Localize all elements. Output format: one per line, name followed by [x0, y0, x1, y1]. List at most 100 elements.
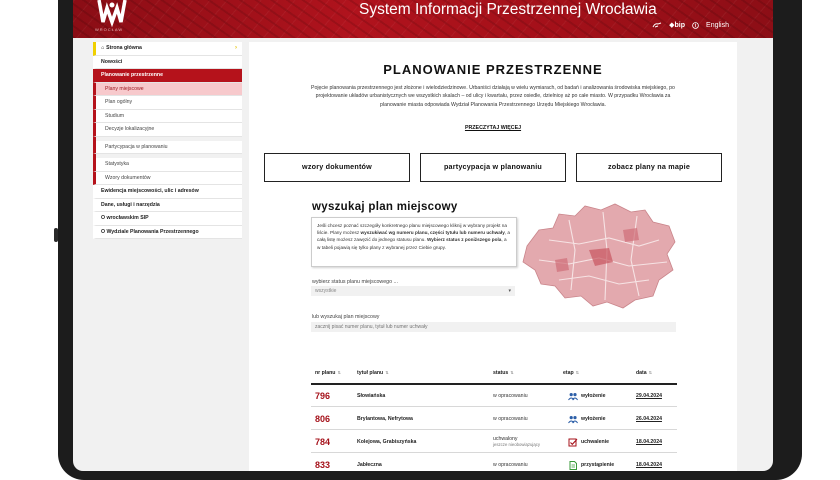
table-row[interactable]: 796 Słowiańska w opracowaniu wyłożenie 2… [311, 385, 677, 407]
chevron-right-icon: › [235, 45, 237, 51]
accessibility-icon[interactable] [692, 21, 699, 29]
stage-label: przystąpienie [581, 462, 615, 468]
column-header-status[interactable]: status ⇅ [493, 366, 514, 384]
logo-caption: WROCŁAW [95, 27, 124, 32]
sidebar-item-about-sip[interactable]: O wrocławskim SIP [93, 212, 242, 226]
header-tools: ◆bip English [652, 21, 729, 29]
sort-icon: ⇅ [337, 370, 341, 375]
main-content: PLANOWANIE PRZESTRZENNE Pojęcie planowan… [249, 42, 737, 471]
sidebar-item-local-plans[interactable]: Plany miejscowe [93, 82, 242, 96]
column-header-title[interactable]: tytuł planu ⇅ [357, 366, 389, 384]
plan-stage: uchwalenie [568, 431, 609, 453]
sidebar-item-study[interactable]: Studium [93, 109, 242, 123]
column-header-label: tytuł planu [357, 370, 384, 376]
screen: WROCŁAW System Informacji Przestrzennej … [73, 0, 773, 471]
sidebar-item-data-services[interactable]: Dane, usługi i narzędzia [93, 198, 242, 212]
plan-title: Kolejowa, Grabiszyńska [357, 439, 417, 445]
plan-status: w opracowaniu [493, 462, 528, 468]
info-text-bold: wyszukiwać wg numeru planu, części tytuł… [360, 230, 505, 236]
plan-title: Brylantowa, Nefrytowa [357, 416, 413, 422]
plan-date: 18.04.2024 [636, 439, 662, 445]
people-icon [568, 415, 578, 423]
stage-label: wyłożenie [581, 416, 606, 422]
sidebar-item-label: Plany miejscowe [105, 85, 144, 92]
column-header-date[interactable]: data ⇅ [636, 366, 652, 384]
document-templates-button[interactable]: wzory dokumentów [264, 153, 410, 182]
read-more-link[interactable]: PRZECZYTAJ WIĘCEJ [249, 125, 737, 131]
intro-text: Pojęcie planowania przestrzennego jest z… [311, 85, 675, 108]
sidebar-item-statistics[interactable]: Statystyka [93, 158, 242, 172]
sidebar-item-location-decisions[interactable]: Decyzje lokalizacyjne [93, 123, 242, 137]
sidebar-item-label: Decyzje lokalizacyjne [105, 126, 155, 132]
table-row[interactable]: 806 Brylantowa, Nefrytowa w opracowaniu … [311, 408, 677, 430]
sidebar-item-label: O Wydziale Planowania Przestrzennego [101, 228, 199, 235]
column-header-label: nr planu [315, 370, 336, 376]
sidebar-item-label: Partycypacja w planowaniu [105, 143, 168, 150]
participation-button[interactable]: partycypacja w planowaniu [420, 153, 566, 182]
plan-number: 833 [315, 460, 331, 470]
info-text-bold: Wybierz status z poniższego pola [426, 237, 502, 243]
bip-link[interactable]: ◆bip [669, 21, 685, 29]
sidebar-item-label: Statystyka [105, 161, 129, 167]
sidebar-item-about-department[interactable]: O Wydziale Planowania Przestrzennego [93, 225, 242, 239]
sort-icon: ⇅ [385, 370, 389, 375]
status-label: wybierz status planu miejscowego ... [312, 279, 398, 285]
sidebar-item-home[interactable]: ⌂ Strona główna › [93, 42, 242, 56]
table-row[interactable]: 833 Jabłeczna w opracowaniu przystąpieni… [311, 454, 677, 471]
home-icon: ⌂ [101, 45, 105, 51]
bip-label: bip [674, 22, 686, 29]
status-sub-label: jeszcze nieobowiązujący [493, 442, 541, 447]
search-section-title: wyszukaj plan miejscowy [312, 201, 458, 213]
sidebar-item-general-plan[interactable]: Plan ogólny [93, 96, 242, 110]
language-switch[interactable]: English [706, 22, 729, 29]
plan-status: uchwalony jeszcze nieobowiązujący [493, 431, 540, 453]
city-plans-map[interactable] [519, 200, 679, 312]
plan-stage: wyłożenie [568, 408, 606, 430]
status-select[interactable]: wszystkie ▾ [311, 286, 515, 296]
plan-number: 796 [315, 391, 331, 401]
sidebar-item-label: Strona główna [106, 45, 142, 51]
plan-search-label: lub wyszukaj plan miejscowy [312, 314, 380, 320]
plan-date: 26.04.2024 [636, 416, 662, 422]
site-header: WROCŁAW System Informacji Przestrzennej … [73, 0, 773, 38]
plan-date: 18.04.2024 [636, 462, 662, 468]
column-header-label: status [493, 370, 509, 376]
sidebar-item-news[interactable]: Nowości [93, 55, 242, 69]
column-header-label: etap [563, 370, 574, 376]
sidebar-nav: ⌂ Strona główna › Nowości Planowanie przes… [93, 42, 242, 239]
sidebar-item-label: O wrocławskim SIP [101, 215, 149, 221]
sort-icon: ⇅ [575, 370, 580, 375]
plan-status: w opracowaniu [493, 393, 528, 399]
stage-label: wyłożenie [581, 393, 606, 399]
sidebar-item-label: Plan ogólny [105, 99, 133, 105]
status-select-value: wszystkie [315, 288, 337, 294]
sidebar-item-label: Nowości [101, 58, 123, 65]
column-header-nr[interactable]: nr planu ⇅ [315, 366, 341, 384]
plan-search-input[interactable] [311, 322, 676, 332]
sidebar-item-label: Planowanie przestrzenne [101, 72, 163, 78]
plan-number: 784 [315, 437, 331, 447]
sidebar-item-spatial-planning[interactable]: Planowanie przestrzenne [93, 69, 242, 83]
sidebar-item-label: Dane, usługi i narzędzia [101, 201, 160, 208]
search-info-box: Jeśli chcesz poznać szczegóły konkretneg… [311, 217, 517, 267]
people-icon [568, 392, 578, 400]
plan-status: w opracowaniu [493, 416, 528, 422]
plan-date: 29.04.2024 [636, 393, 662, 399]
sidebar-item-participation[interactable]: Partycypacja w planowaniu [93, 140, 242, 154]
table-row[interactable]: 784 Kolejowa, Grabiszyńska uchwalony jes… [311, 431, 677, 453]
chevron-down-icon: ▾ [508, 288, 511, 294]
page-title: PLANOWANIE PRZESTRZENNE [383, 62, 603, 77]
see-plans-on-map-button[interactable]: zobacz plany na mapie [576, 153, 722, 182]
plan-stage: przystąpienie [568, 454, 614, 471]
document-icon [569, 460, 577, 470]
sidebar-item-label: Studium [105, 112, 125, 119]
plan-stage: wyłożenie [568, 385, 606, 407]
sign-language-icon[interactable] [652, 22, 662, 29]
checkbox-icon [568, 438, 578, 446]
sidebar-item-label: Ewidencja miejscowości, ulic i adresów [101, 188, 199, 194]
site-title[interactable]: System Informacji Przestrzennej Wrocławi… [359, 0, 657, 20]
column-header-etap[interactable]: etap ⇅ [563, 366, 579, 384]
sidebar-item-address-registry[interactable]: Ewidencja miejscowości, ulic i adresów [93, 185, 242, 199]
plan-number: 806 [315, 414, 331, 424]
sidebar-item-document-templates[interactable]: Wzory dokumentów [93, 171, 242, 185]
